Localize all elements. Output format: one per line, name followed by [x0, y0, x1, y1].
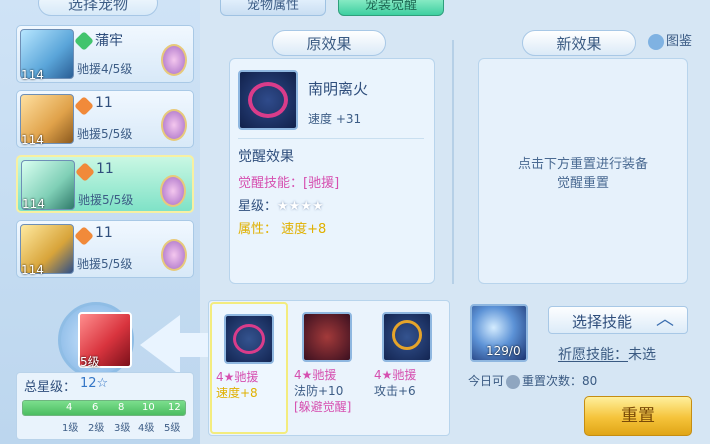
medal-icon	[161, 109, 187, 141]
orb-count: 129/0	[486, 344, 521, 358]
equipment-name: 南明离火	[308, 80, 369, 98]
original-effect-title: 原效果	[272, 30, 386, 56]
pet-level: 114	[21, 133, 44, 147]
total-stars-label: 总星级：	[24, 380, 77, 395]
pet-list-title: 选择宠物	[38, 0, 158, 16]
equip-slot-3[interactable]: 4★驰援 攻击+6	[370, 302, 448, 434]
progress-level-label: 4级	[138, 423, 155, 434]
pet-name: 蒲牢	[95, 33, 123, 49]
awaken-star-row: 星级：★★★★	[238, 199, 324, 214]
arrow-shaft	[176, 333, 210, 357]
medal-icon	[161, 44, 187, 76]
progress-level-label: 3级	[114, 423, 131, 434]
pet-skill-desc: 驰援5/5级	[77, 257, 133, 271]
progress-tick-label: 10	[142, 402, 155, 413]
awaken-skill-text: 觉醒技能：[驰援]	[238, 176, 340, 191]
awaken-attribute: 属性： 速度+8	[238, 222, 327, 237]
progress-level-label: 2级	[88, 423, 105, 434]
pet-level: 114	[22, 197, 45, 211]
pet-name: 11	[96, 161, 114, 177]
select-skill-label: 选择技能	[572, 313, 633, 331]
quality-badge-icon	[74, 226, 94, 246]
reset-button[interactable]: 重置	[584, 396, 692, 436]
new-effect-title: 新效果	[522, 30, 636, 56]
total-stars-value: 12☆	[80, 376, 109, 391]
pet-name: 11	[95, 225, 113, 241]
bracelet-icon	[224, 314, 274, 364]
pet-skill-desc: 驰援5/5级	[78, 193, 134, 207]
arrow-left-icon	[140, 315, 180, 375]
book-icon	[648, 33, 664, 50]
progress-tick-label: 8	[118, 402, 125, 413]
awaken-effect-title: 觉醒效果	[238, 149, 294, 165]
equip-slot-2[interactable]: 4★驰援 法防+10 [躲避觉醒]	[290, 302, 368, 434]
armor-icon	[302, 312, 352, 362]
pet-name: 11	[95, 95, 113, 111]
pet-level: 114	[21, 68, 44, 82]
progress-tick-label: 12	[168, 402, 181, 413]
bracelet-ring	[248, 82, 288, 118]
wish-underline	[558, 361, 628, 362]
equip-slot-1[interactable]: 4★驰援 速度+8	[210, 302, 288, 434]
quality-badge-icon	[74, 96, 94, 116]
panel-divider	[452, 40, 454, 284]
medal-icon	[161, 239, 187, 271]
pet-skill-desc: 驰援5/5级	[77, 127, 133, 141]
reset-count: 今日可 重置次数：80	[468, 374, 598, 389]
quality-badge-icon	[75, 162, 95, 182]
reset-hint: 点击下方重置进行装备 觉醒重置	[517, 157, 648, 191]
picture-book-button[interactable]: 图鉴	[648, 30, 706, 52]
tab-pet-attributes[interactable]: 宠物属性	[220, 0, 326, 16]
pet-card-2[interactable]: 114 11 驰援5/5级	[16, 90, 194, 148]
progress-level-label: 5级	[164, 423, 181, 434]
pet-skill-desc: 驰援4/5级	[77, 62, 133, 76]
progress-tick-label: 4	[66, 402, 73, 413]
orb-small-icon	[506, 374, 521, 389]
quality-badge-icon	[74, 31, 94, 51]
progress-tick-label: 6	[92, 402, 99, 413]
equipment-stat: 速度 +31	[308, 112, 362, 126]
skill-level: 5级	[80, 355, 100, 369]
star-icon: ★★★★	[277, 199, 324, 214]
divider	[238, 138, 424, 139]
medal-icon	[160, 175, 186, 207]
chevron-up-icon[interactable]: ︿	[656, 310, 676, 330]
pet-level: 114	[21, 263, 44, 277]
star-progress-fill	[23, 401, 185, 415]
progress-level-label: 1级	[62, 423, 79, 434]
star-icon: ☆	[96, 376, 109, 391]
tab-pet-awaken[interactable]: 宠装觉醒	[338, 0, 444, 16]
necklace-icon	[382, 312, 432, 362]
equipment-bracelet-icon[interactable]	[238, 70, 298, 130]
pet-card-1[interactable]: 114 蒲牢 驰援4/5级	[16, 25, 194, 83]
pet-card-4[interactable]: 114 11 驰援5/5级	[16, 220, 194, 278]
pet-card-3[interactable]: 114 11 驰援5/5级	[16, 155, 194, 213]
